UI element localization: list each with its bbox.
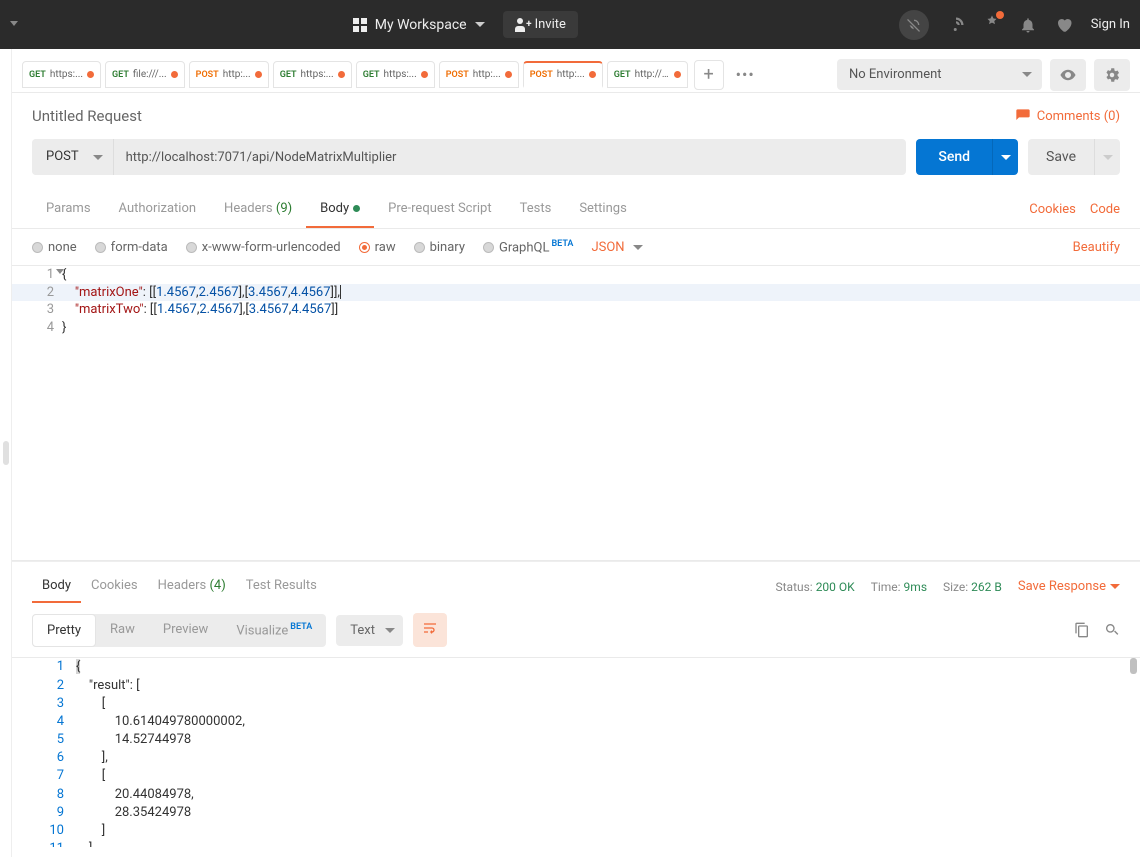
chevron-down-icon	[93, 155, 103, 160]
request-tab[interactable]: GETfile:///...	[105, 61, 185, 88]
tab-tests[interactable]: Tests	[506, 191, 566, 228]
environment-select[interactable]: No Environment	[837, 59, 1042, 90]
url-input[interactable]	[114, 139, 907, 175]
chevron-down-icon	[475, 22, 485, 27]
save-options-button[interactable]	[1094, 139, 1120, 175]
view-visualize[interactable]: VisualizeBETA	[222, 614, 326, 647]
radio-raw[interactable]: raw	[359, 240, 396, 255]
app-menu-dropdown[interactable]	[10, 21, 18, 29]
search-icon[interactable]	[1104, 622, 1120, 638]
comment-icon	[1015, 108, 1031, 124]
top-bar: My Workspace + Invite Sign In	[0, 0, 1140, 49]
sync-off-icon[interactable]	[899, 10, 929, 40]
tab-authorization[interactable]: Authorization	[105, 191, 211, 228]
resp-tab-testresults[interactable]: Test Results	[236, 570, 327, 603]
code-link[interactable]: Code	[1090, 202, 1120, 217]
cookies-link[interactable]: Cookies	[1029, 202, 1076, 217]
tab-headers[interactable]: Headers (9)	[210, 191, 306, 228]
request-tab[interactable]: POSThttp:...	[439, 61, 519, 88]
radio-urlencoded[interactable]: x-www-form-urlencoded	[186, 240, 341, 255]
request-tab[interactable]: POSThttp:...	[189, 61, 269, 88]
view-preview[interactable]: Preview	[149, 614, 222, 647]
workspace-selector[interactable]: My Workspace	[343, 11, 495, 39]
request-tab[interactable]: GEThttps:...	[22, 61, 101, 88]
workspace-name: My Workspace	[375, 17, 467, 33]
grid-icon	[353, 18, 367, 32]
invite-button[interactable]: + Invite	[503, 11, 578, 38]
response-format-select[interactable]: Text	[336, 615, 403, 646]
tab-settings[interactable]: Settings	[565, 191, 640, 228]
environment-quicklook-button[interactable]	[1050, 59, 1086, 91]
save-button[interactable]: Save	[1028, 139, 1094, 175]
response-view-mode: Pretty Raw Preview VisualizeBETA	[32, 614, 326, 647]
settings-button[interactable]	[1094, 59, 1130, 91]
copy-icon[interactable]	[1074, 622, 1090, 638]
request-tab[interactable]: GEThttps:...	[273, 61, 352, 88]
save-response-button[interactable]: Save Response	[1018, 579, 1120, 594]
request-tabs-bar: GEThttps:...GETfile:///...POSThttp:...GE…	[12, 49, 1140, 93]
tab-prerequest[interactable]: Pre-request Script	[374, 191, 505, 228]
tab-options-button[interactable]: •••	[730, 65, 761, 84]
request-tab[interactable]: POSThttp:...	[523, 61, 603, 88]
satellite-icon[interactable]	[947, 16, 965, 34]
radio-none[interactable]: none	[32, 240, 77, 255]
sidebar-handle[interactable]	[0, 49, 12, 857]
scrollbar-thumb[interactable]	[1130, 658, 1137, 674]
body-indicator-dot	[353, 205, 360, 212]
new-tab-button[interactable]: +	[694, 60, 724, 90]
radio-graphql[interactable]: GraphQLBETA	[483, 239, 573, 255]
body-format-select[interactable]: JSON	[591, 240, 642, 255]
request-body-editor[interactable]: 1{ 2 "matrixOne": [[1.4567,2.4567],[3.45…	[12, 266, 1140, 561]
resp-tab-headers[interactable]: Headers (4)	[148, 570, 236, 603]
response-body-editor[interactable]: 1{2 "result": [3 [4 10.614049780000002,5…	[12, 657, 1140, 847]
beautify-button[interactable]: Beautify	[1073, 240, 1120, 255]
chevron-down-icon	[1022, 72, 1032, 77]
resp-tab-cookies[interactable]: Cookies	[81, 570, 148, 603]
tab-params[interactable]: Params	[32, 191, 105, 228]
resp-tab-body[interactable]: Body	[32, 570, 81, 603]
send-options-button[interactable]	[992, 139, 1018, 175]
request-tab[interactable]: GEThttps:...	[356, 61, 435, 88]
person-plus-icon: +	[515, 18, 529, 32]
request-title[interactable]: Untitled Request	[32, 107, 142, 125]
comments-button[interactable]: Comments (0)	[1015, 108, 1120, 124]
bell-icon[interactable]	[1019, 16, 1037, 34]
tab-body[interactable]: Body	[306, 191, 374, 228]
view-raw[interactable]: Raw	[96, 614, 149, 647]
heart-icon[interactable]	[1055, 16, 1073, 34]
notifications-bootcamp-icon[interactable]	[983, 14, 1001, 36]
send-button[interactable]: Send	[916, 139, 992, 175]
radio-formdata[interactable]: form-data	[95, 240, 168, 255]
radio-binary[interactable]: binary	[414, 240, 465, 255]
method-select[interactable]: POST	[32, 139, 114, 175]
request-tab[interactable]: GEThttp://...	[607, 61, 688, 88]
view-pretty[interactable]: Pretty	[32, 614, 96, 647]
sign-in-link[interactable]: Sign In	[1091, 17, 1130, 32]
wrap-lines-button[interactable]	[413, 613, 447, 647]
